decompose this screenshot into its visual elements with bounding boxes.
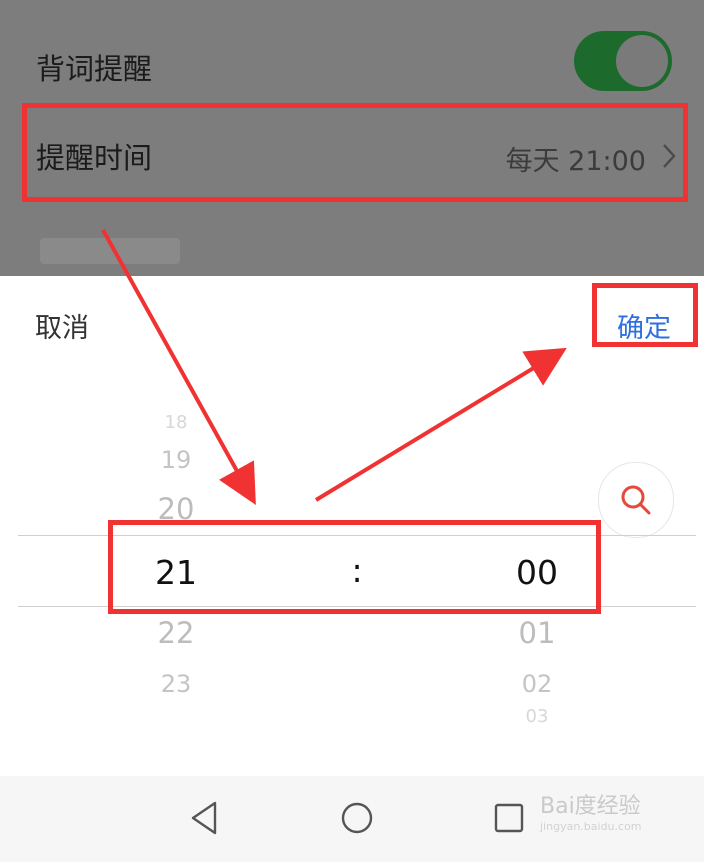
back-icon[interactable] [185, 798, 225, 838]
hour-option[interactable]: 23 [161, 670, 192, 698]
hour-option[interactable]: 19 [161, 446, 192, 474]
watermark: Bai度经验 jingyan.baidu.com [540, 788, 642, 833]
hour-option[interactable]: 18 [165, 412, 188, 433]
search-icon [621, 485, 651, 515]
reminder-toggle[interactable] [574, 31, 672, 91]
hour-option[interactable]: 22 [158, 616, 195, 650]
home-icon[interactable] [337, 798, 377, 838]
settings-panel: 背词提醒 提醒时间 每天 21:00 [0, 0, 704, 276]
time-separator: : [351, 551, 363, 590]
reminder-row[interactable]: 背词提醒 [0, 16, 704, 108]
cancel-button[interactable]: 取消 [35, 306, 89, 345]
time-picker-sheet: 取消 确定 18 19 20 21 22 23 : 00 01 02 03 Ba… [0, 276, 704, 862]
chevron-right-icon [663, 144, 676, 168]
confirm-button[interactable]: 确定 [617, 306, 671, 345]
hour-option[interactable]: 20 [158, 492, 195, 526]
hour-selected[interactable]: 21 [155, 553, 197, 592]
toggle-knob [616, 35, 668, 87]
reminder-time-value: 每天 21:00 [505, 146, 646, 177]
watermark-url: jingyan.baidu.com [540, 820, 642, 833]
minute-option[interactable]: 02 [522, 670, 553, 698]
minute-option[interactable]: 01 [519, 616, 556, 650]
search-button[interactable] [598, 462, 674, 538]
reminder-label: 背词提醒 [36, 52, 153, 86]
watermark-text: Bai度经验 [540, 794, 641, 819]
blurred-row [40, 238, 180, 264]
minute-option[interactable]: 03 [526, 706, 549, 727]
selection-line-top [18, 535, 696, 536]
selection-line-bottom [18, 606, 696, 607]
minute-selected[interactable]: 00 [516, 553, 558, 592]
recents-icon[interactable] [489, 798, 529, 838]
reminder-time-label: 提醒时间 [36, 141, 153, 175]
